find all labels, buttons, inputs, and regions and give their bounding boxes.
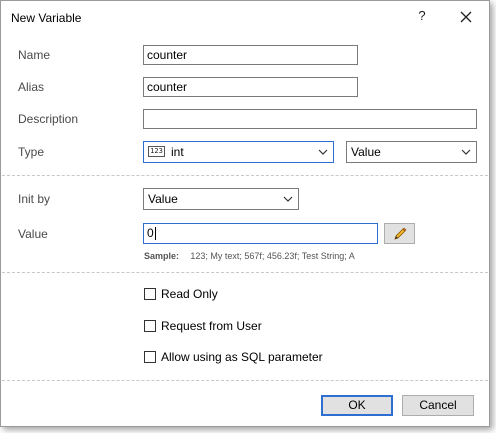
alias-label: Alias [18, 80, 45, 94]
value-label: Value [18, 227, 48, 241]
value-input-text: 0 [147, 226, 154, 240]
separator [2, 272, 488, 273]
request-from-user-checkbox[interactable] [144, 320, 156, 332]
read-only-label[interactable]: Read Only [161, 287, 218, 301]
text-caret [154, 227, 156, 241]
allow-sql-parameter-checkbox[interactable] [144, 351, 156, 363]
name-input[interactable]: counter [143, 45, 358, 65]
dialog-title: New Variable [11, 11, 82, 25]
description-label: Description [18, 112, 79, 126]
type-select[interactable]: 123 int [143, 141, 334, 163]
edit-value-button[interactable] [384, 223, 415, 244]
numeric-type-icon: 123 [148, 146, 165, 157]
chevron-down-icon [318, 149, 328, 155]
description-input[interactable] [143, 109, 477, 129]
init-by-selected-value: Value [148, 192, 178, 206]
separator [2, 380, 488, 381]
separator [2, 175, 488, 176]
init-by-select[interactable]: Value [143, 188, 299, 210]
close-icon [460, 11, 472, 23]
sample-text: 123; My text; 567f; 456.23f; Test String… [190, 251, 355, 261]
chevron-down-icon [283, 196, 293, 202]
type-kind-select[interactable]: Value [346, 141, 477, 163]
pencil-icon [393, 227, 406, 240]
ok-button[interactable]: OK [321, 395, 393, 416]
close-button[interactable] [456, 7, 476, 27]
allow-sql-parameter-label[interactable]: Allow using as SQL parameter [161, 350, 323, 364]
value-input[interactable]: 0 [143, 223, 378, 244]
cancel-button[interactable]: Cancel [402, 395, 474, 416]
chevron-down-icon [461, 149, 471, 155]
help-button[interactable]: ? [414, 8, 430, 26]
type-kind-selected-value: Value [351, 145, 381, 159]
sample-label: Sample: [144, 251, 180, 261]
alias-input[interactable]: counter [143, 77, 358, 97]
request-from-user-label[interactable]: Request from User [161, 319, 262, 333]
init-by-label: Init by [18, 192, 51, 206]
new-variable-dialog: New Variable ? Name counter Alias counte… [0, 0, 490, 427]
type-selected-value: int [171, 145, 184, 159]
name-label: Name [18, 48, 51, 62]
type-label: Type [18, 145, 45, 159]
sample-hint: Sample: 123; My text; 567f; 456.23f; Tes… [144, 248, 355, 262]
read-only-checkbox[interactable] [144, 288, 156, 300]
